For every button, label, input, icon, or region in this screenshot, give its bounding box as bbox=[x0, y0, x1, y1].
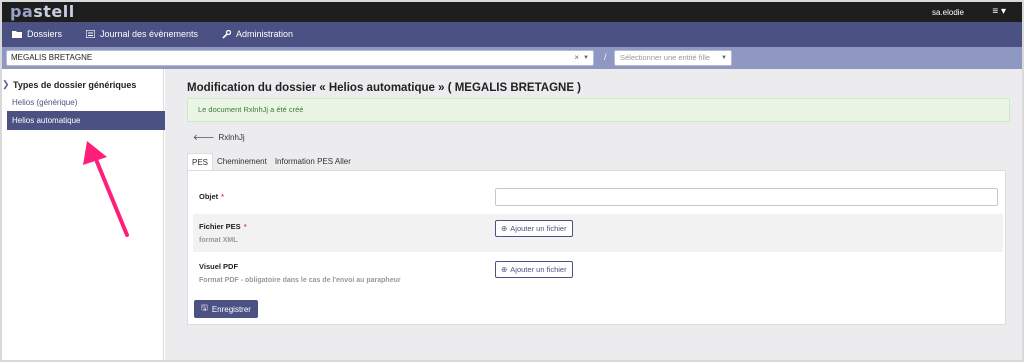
sidebar-item-helios-generique[interactable]: Helios (générique) bbox=[12, 98, 77, 107]
list-icon bbox=[86, 30, 95, 38]
page-title: Modification du dossier « Helios automat… bbox=[187, 82, 582, 94]
form-row-objet: Objet * bbox=[193, 184, 1003, 208]
main-nav: Dossiers Journal des évènements Administ… bbox=[2, 22, 1022, 47]
entity-select[interactable]: MEGALIS BRETAGNE × ▼ bbox=[6, 50, 594, 66]
fichier-pes-hint: format XML bbox=[199, 237, 238, 244]
child-entity-select[interactable]: Sélectionner une entité fille ▼ bbox=[614, 50, 732, 66]
nav-dossiers[interactable]: Dossiers bbox=[12, 29, 62, 39]
form-row-fichier-pes: Fichier PES * format XML ⊕ Ajouter un fic… bbox=[193, 214, 1003, 252]
tabs: PES Cheminement Information PES Aller bbox=[187, 153, 355, 170]
clear-icon[interactable]: × bbox=[574, 51, 579, 65]
tab-cheminement[interactable]: Cheminement bbox=[213, 153, 271, 170]
add-file-button[interactable]: ⊕ Ajouter un fichier bbox=[495, 261, 573, 278]
folder-icon bbox=[12, 31, 22, 38]
chevron-down-icon[interactable]: ▼ bbox=[583, 51, 589, 65]
top-bar: pastell sa.elodie ≡ ▾ bbox=[2, 2, 1022, 22]
sidebar: ❯ Types de dossier génériques Helios (gé… bbox=[2, 69, 165, 360]
annotation-arrow bbox=[83, 141, 129, 237]
pastell-logo[interactable]: pastell bbox=[10, 2, 75, 21]
chevron-right-icon[interactable]: ❯ bbox=[2, 79, 10, 90]
save-button[interactable]: 🖫 Enregistrer bbox=[194, 300, 258, 318]
tab-information-pes-aller[interactable]: Information PES Aller bbox=[271, 153, 355, 170]
tab-pes[interactable]: PES bbox=[187, 153, 214, 170]
wrench-icon bbox=[222, 29, 231, 39]
form-panel: Objet * Fichier PES * format XML ⊕ Ajouter… bbox=[187, 170, 1006, 325]
form-row-visuel-pdf: Visuel PDF Format PDF - obligatoire dans… bbox=[193, 256, 1003, 290]
back-link[interactable]: 🡐 RxlnhJj bbox=[193, 132, 245, 143]
entity-bar: MEGALIS BRETAGNE × ▼ / Sélectionner une … bbox=[2, 47, 1022, 69]
nav-administration[interactable]: Administration bbox=[222, 29, 293, 39]
nav-journal[interactable]: Journal des évènements bbox=[86, 29, 198, 39]
user-name[interactable]: sa.elodie bbox=[932, 8, 964, 17]
chevron-down-icon: ▼ bbox=[721, 55, 727, 61]
fichier-pes-label: Fichier PES * bbox=[199, 222, 247, 231]
save-icon: 🖫 bbox=[201, 303, 208, 312]
objet-label: Objet * bbox=[199, 192, 225, 201]
sidebar-item-helios-automatique[interactable]: Helios automatique bbox=[7, 111, 165, 130]
sidebar-title: Types de dossier génériques bbox=[13, 80, 137, 90]
plus-circle-icon: ⊕ bbox=[501, 224, 508, 233]
arrow-left-icon: 🡐 bbox=[193, 133, 215, 142]
add-file-button[interactable]: ⊕ Ajouter un fichier bbox=[495, 220, 573, 237]
objet-input[interactable] bbox=[495, 188, 998, 206]
plus-circle-icon: ⊕ bbox=[501, 265, 508, 274]
visuel-pdf-label: Visuel PDF bbox=[199, 262, 239, 271]
visuel-pdf-hint: Format PDF - obligatoire dans le cas de … bbox=[199, 277, 401, 284]
success-alert: Le document RxlnhJj a été créé bbox=[187, 98, 1010, 122]
main-content: Modification du dossier « Helios automat… bbox=[165, 69, 1022, 360]
entity-separator: / bbox=[604, 52, 607, 62]
menu-icon[interactable]: ≡ ▾ bbox=[992, 6, 1006, 17]
